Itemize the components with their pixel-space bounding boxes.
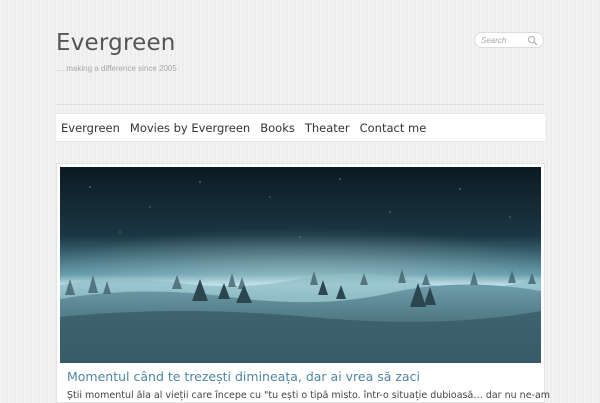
nav-item-movies[interactable]: Movies by Evergreen: [130, 121, 250, 135]
site-title[interactable]: Evergreen: [56, 30, 176, 56]
site-tagline: … making a difference since 2005: [56, 64, 177, 73]
main-navigation: Evergreen Movies by Evergreen Books Thea…: [56, 113, 545, 142]
nav-item-evergreen[interactable]: Evergreen: [61, 121, 120, 135]
nav-item-books[interactable]: Books: [260, 121, 295, 135]
search-input[interactable]: [481, 34, 529, 46]
post-excerpt: Știi momentul ăla al vieții care începe …: [67, 390, 551, 401]
post-title-link[interactable]: Momentul când te trezești dimineața, dar…: [67, 369, 420, 384]
nav-item-contact[interactable]: Contact me: [360, 121, 427, 135]
winter-landscape-image[interactable]: [60, 167, 541, 363]
search-icon[interactable]: [527, 35, 538, 46]
search-box[interactable]: [474, 32, 544, 48]
header-divider: [56, 104, 545, 105]
nav-item-theater[interactable]: Theater: [305, 121, 350, 135]
post-card: Momentul când te trezești dimineața, dar…: [56, 163, 550, 403]
